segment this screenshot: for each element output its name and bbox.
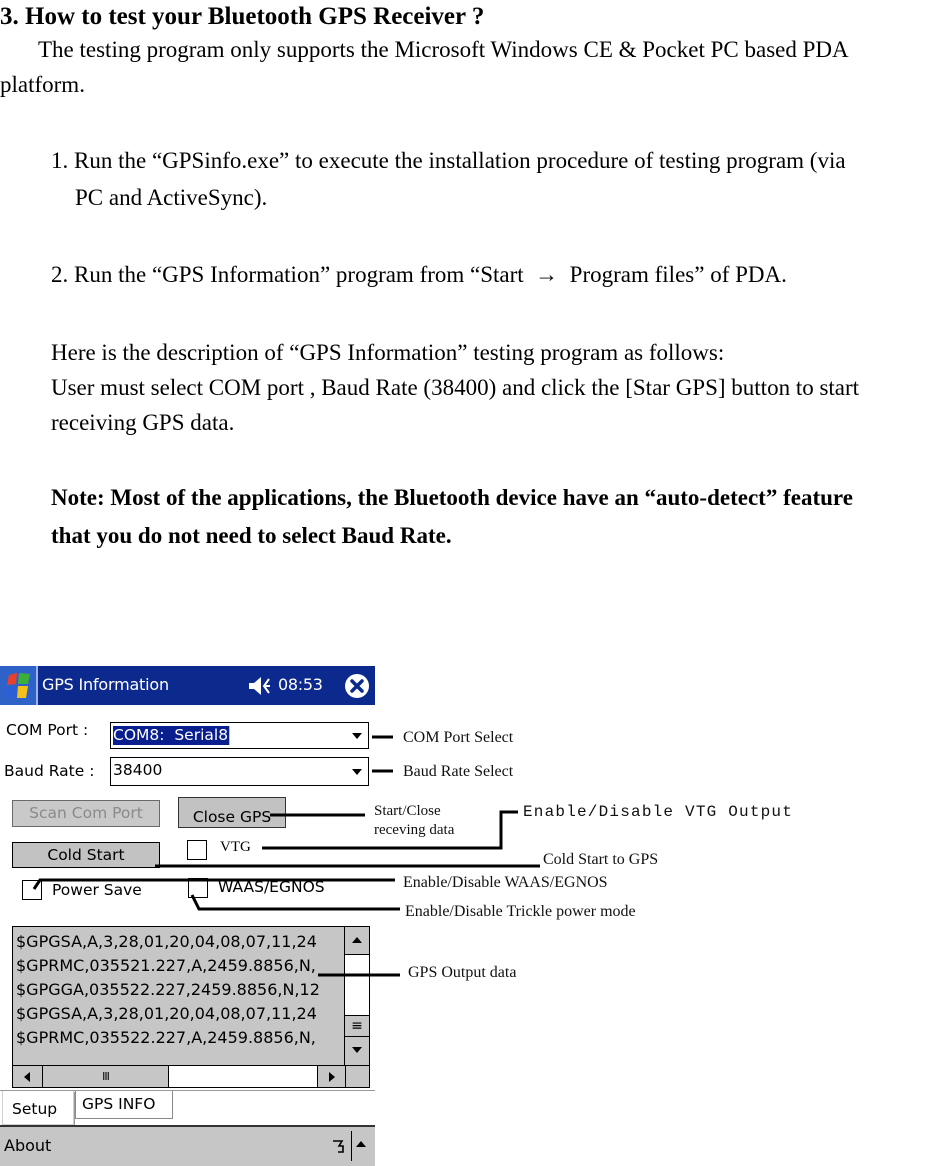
gps-output-line: $GPRMC,035521.227,A,2459.8856,N, (16, 956, 316, 975)
input-panel-arrow-up-icon[interactable] (356, 1141, 366, 1147)
input-method-icon[interactable] (330, 1137, 346, 1157)
about-menu-item[interactable]: About (4, 1136, 51, 1155)
tab-gps-info[interactable]: GPS INFO (75, 1091, 173, 1119)
vertical-scrollbar[interactable]: ≡ (344, 927, 369, 1066)
waas-egnos-checkbox[interactable] (188, 878, 208, 898)
com-port-dropdown[interactable]: COM8: Serial8 (110, 722, 369, 749)
scroll-left-button[interactable] (13, 1066, 43, 1087)
callout-start-close-continued: receving data (374, 822, 455, 838)
intro-text-continued: platform. (0, 72, 85, 97)
com-port-value: COM8: Serial8 (113, 726, 231, 745)
scroll-up-button[interactable] (345, 927, 369, 955)
note-text: Note: Most of the applications, the Blue… (51, 485, 853, 510)
tab-strip: Setup GPS INFO (0, 1090, 375, 1127)
chevron-down-icon (352, 733, 362, 739)
callout-com-port-select: COM Port Select (403, 729, 514, 746)
tab-setup[interactable]: Setup (2, 1091, 74, 1125)
description-text: receiving GPS data. (51, 410, 235, 435)
baud-rate-dropdown[interactable]: 38400 (110, 757, 369, 786)
description-text: User must select COM port , Baud Rate (3… (51, 375, 860, 400)
gps-output-line: $GPRMC,035522.227,A,2459.8856,N, (16, 1028, 316, 1047)
callout-trickle-power: Enable/Disable Trickle power mode (405, 903, 636, 920)
vertical-scroll-thumb[interactable]: ≡ (345, 1015, 369, 1037)
step-2-text: 2. Run the “GPS Information” program fro… (51, 262, 787, 287)
horizontal-scroll-thumb[interactable]: III (43, 1066, 169, 1087)
app-title: GPS Information (42, 675, 169, 694)
vtg-checkbox[interactable] (187, 840, 207, 860)
intro-text: The testing program only supports the Mi… (38, 37, 849, 62)
clock-time: 08:53 (278, 675, 323, 694)
callout-start-close: Start/Close (374, 803, 441, 819)
com-port-label: COM Port : (6, 721, 89, 739)
close-icon[interactable] (344, 673, 370, 699)
description-text: Here is the description of “GPS Informat… (51, 340, 725, 365)
gps-output-lines: $GPGSA,A,3,28,01,20,04,08,07,11,24 $GPRM… (16, 930, 344, 1050)
gps-output-line: $GPGSA,A,3,28,01,20,04,08,07,11,24 (16, 1004, 317, 1023)
section-heading: 3. How to test your Bluetooth GPS Receiv… (0, 3, 485, 30)
scroll-right-button[interactable] (317, 1066, 346, 1087)
callout-baud-rate-select: Baud Rate Select (403, 763, 514, 780)
cold-start-button[interactable]: Cold Start (12, 842, 160, 868)
arrow-down-icon (352, 1047, 362, 1053)
baud-rate-label: Baud Rate : (4, 762, 95, 780)
vtg-label: VTG (220, 839, 251, 855)
speaker-icon[interactable] (247, 676, 275, 696)
callout-vtg-output: Enable/Disable VTG Output (523, 803, 794, 821)
step-1-text-continued: PC and ActiveSync). (75, 185, 268, 210)
title-bar: GPS Information 08:53 (0, 666, 375, 705)
scroll-down-button[interactable] (345, 1037, 369, 1066)
baud-rate-value: 38400 (113, 761, 163, 779)
close-gps-button[interactable]: Close GPS (178, 797, 286, 828)
gps-output-line: $GPGSA,A,3,28,01,20,04,08,07,11,24 (16, 932, 317, 951)
step-1-text: 1. Run the “GPSinfo.exe” to execute the … (51, 148, 846, 173)
gps-output-line: $GPGGA,035522.227,2459.8856,N,12 (16, 980, 320, 999)
callout-waas-egnos: Enable/Disable WAAS/EGNOS (403, 874, 608, 891)
windows-flag-icon (5, 672, 30, 698)
arrow-up-icon (352, 937, 362, 943)
start-button[interactable] (0, 666, 38, 705)
chevron-down-icon (352, 769, 362, 775)
waas-egnos-label: WAAS/EGNOS (218, 878, 325, 896)
note-text: that you do not need to select Baud Rate… (51, 523, 452, 548)
pda-screenshot: GPS Information 08:53 COM Port : COM8: S… (0, 666, 375, 1166)
gps-output-listbox[interactable]: $GPGSA,A,3,28,01,20,04,08,07,11,24 $GPRM… (12, 926, 370, 1088)
menu-bar: About (0, 1125, 375, 1166)
scan-com-port-button[interactable]: Scan Com Port (12, 800, 160, 827)
power-save-checkbox[interactable] (22, 880, 42, 900)
callout-cold-start: Cold Start to GPS (543, 851, 659, 868)
arrow-left-icon (24, 1072, 30, 1082)
power-save-label: Power Save (52, 881, 142, 899)
menu-divider (351, 1131, 352, 1161)
callout-gps-output: GPS Output data (408, 964, 517, 981)
horizontal-scrollbar[interactable]: III (13, 1065, 369, 1087)
arrow-right-icon (329, 1072, 335, 1082)
scrollbar-corner (346, 1066, 369, 1087)
